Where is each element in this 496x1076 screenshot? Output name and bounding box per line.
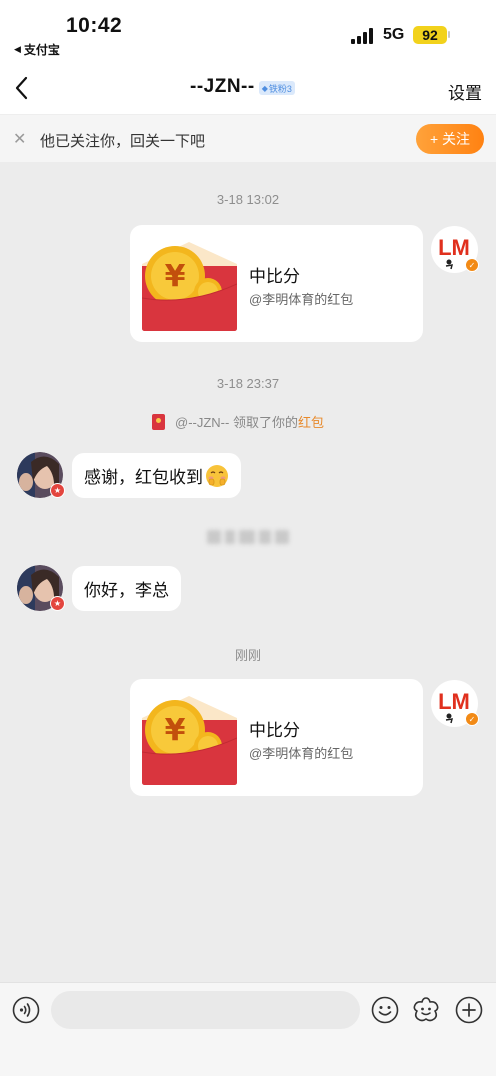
- close-icon[interactable]: ✕: [13, 129, 26, 149]
- red-packet-sender: @李明体育的红包: [249, 292, 354, 307]
- red-packet-icon: ¥: [142, 696, 237, 785]
- badge-icon: ★: [50, 483, 65, 498]
- text-message: 感谢，红包收到: [72, 453, 241, 498]
- message-text: 感谢，红包收到: [84, 468, 203, 487]
- back-button[interactable]: [12, 74, 38, 102]
- clock: 10:42: [66, 14, 123, 37]
- diamond-icon: ◆: [261, 83, 268, 93]
- svg-text:¥: ¥: [165, 713, 186, 748]
- status-bar: 10:42 ◀ 支付宝 5G 92: [0, 0, 496, 62]
- fan-level-badge: ◆ 铁粉3: [258, 81, 295, 95]
- red-packet-message[interactable]: ¥ 中比分 @李明体育的红包: [130, 679, 423, 796]
- battery-cap: [448, 31, 450, 38]
- message-timestamp: 3-18 23:37: [216, 376, 280, 391]
- system-notice: @--JZN-- 领取了你的红包: [152, 412, 324, 431]
- red-packet-icon: ¥: [142, 242, 237, 331]
- plus-icon[interactable]: [455, 996, 483, 1024]
- svg-text:¥: ¥: [165, 259, 186, 294]
- message-timestamp: 刚刚: [234, 648, 261, 663]
- message-timestamp: 3-18 13:02: [216, 192, 280, 207]
- emoji-icon[interactable]: [371, 996, 399, 1024]
- back-triangle-icon: ◀: [14, 44, 21, 54]
- system-notice-text: @--JZN-- 领取了你的红包: [175, 412, 324, 431]
- badge-icon: ★: [50, 596, 65, 611]
- system-notice-prefix: @--JZN-- 领取了你的: [175, 415, 298, 430]
- signal-icon: [351, 28, 373, 44]
- verified-icon: ✓: [465, 258, 479, 272]
- text-message: 你好，李总: [72, 566, 181, 611]
- back-app-label: 支付宝: [23, 43, 60, 57]
- battery-icon: 92: [413, 26, 447, 44]
- follow-back-text: 他已关注你，回关一下吧: [40, 133, 206, 150]
- back-to-app-link[interactable]: ◀ 支付宝: [14, 41, 60, 58]
- blurred-notice: [200, 528, 296, 546]
- red-packet-title: 中比分: [249, 267, 300, 286]
- follow-button[interactable]: + 关注: [416, 124, 484, 154]
- red-packet-sender: @李明体育的红包: [249, 746, 354, 761]
- message-input[interactable]: [51, 991, 360, 1029]
- battery-level: 92: [422, 27, 438, 43]
- blushing-emoji-icon: [206, 464, 228, 487]
- nav-bar: --JZN-- ◆ 铁粉3 设置: [0, 62, 496, 114]
- message-text: 你好，李总: [84, 581, 169, 600]
- network-label: 5G: [383, 26, 405, 43]
- red-packet-message[interactable]: ¥ 中比分 @李明体育的红包: [130, 225, 423, 342]
- message-input-bar: [0, 982, 496, 1076]
- chevron-left-icon: [15, 76, 28, 100]
- contact-avatar[interactable]: ★: [17, 565, 65, 611]
- my-avatar[interactable]: LM ✓: [431, 680, 479, 727]
- verified-icon: ✓: [465, 712, 479, 726]
- avatar-brand-text: LM: [438, 235, 470, 260]
- fan-badge-label: 铁粉3: [268, 83, 292, 94]
- red-packet-title: 中比分: [249, 721, 300, 740]
- follow-back-banner: ✕ 他已关注你，回关一下吧 + 关注: [0, 114, 496, 162]
- sticker-icon[interactable]: [411, 995, 441, 1025]
- chat-title: --JZN-- ◆ 铁粉3: [190, 76, 295, 98]
- mini-red-packet-icon: [152, 413, 165, 430]
- avatar-brand-text: LM: [438, 689, 470, 714]
- contact-avatar[interactable]: ★: [17, 452, 65, 498]
- settings-button[interactable]: 设置: [448, 79, 482, 104]
- my-avatar[interactable]: LM ✓: [431, 226, 479, 273]
- red-packet-link[interactable]: 红包: [298, 415, 324, 430]
- voice-icon[interactable]: [12, 996, 40, 1024]
- chat-title-name: --JZN--: [190, 76, 255, 97]
